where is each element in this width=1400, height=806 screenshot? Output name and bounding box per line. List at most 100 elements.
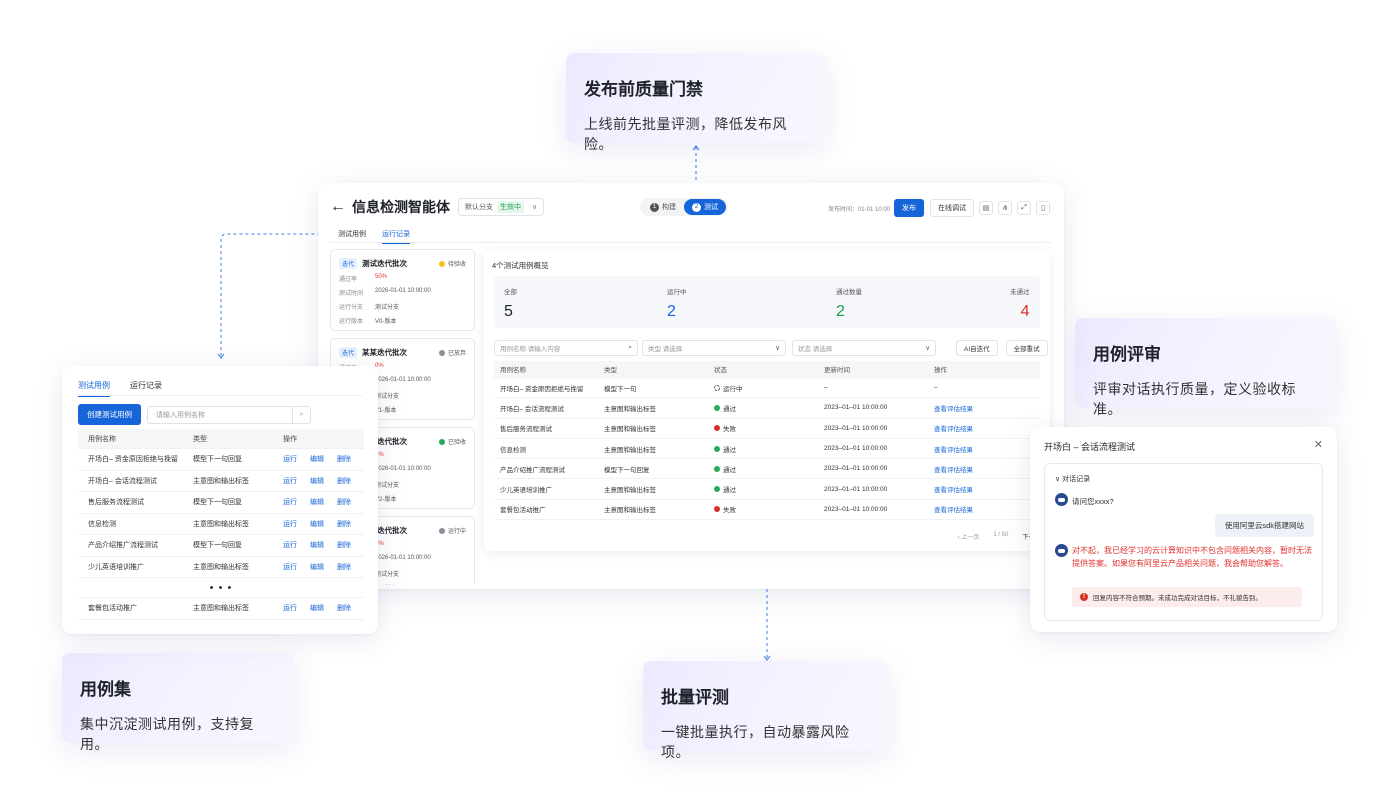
- delete-button[interactable]: 删除: [337, 540, 351, 550]
- case-type: 主意图和输出标签: [193, 520, 249, 528]
- view-result-link[interactable]: 查看评估结果: [934, 423, 1034, 433]
- run-status: 已放弃: [438, 348, 466, 357]
- run-button[interactable]: 运行: [283, 519, 297, 529]
- main-header: ← 信息检测智能体 默认分支 生效中 ∨: [330, 197, 545, 217]
- stat-all: 全部 5: [504, 289, 517, 320]
- run-status: 待验收: [438, 259, 466, 268]
- callout-title: 用例集: [80, 680, 131, 699]
- run-button[interactable]: 运行: [283, 476, 297, 486]
- conversation-section-toggle[interactable]: ∨ 对话记录: [1055, 474, 1090, 484]
- edit-button[interactable]: 编辑: [310, 476, 324, 486]
- file-icon[interactable]: ▯: [1036, 201, 1050, 215]
- run-button[interactable]: 运行: [283, 562, 297, 572]
- chevron-down-icon: ∨: [775, 345, 780, 352]
- status-dot-icon: [714, 425, 720, 432]
- search-icon[interactable]: ⌕: [292, 406, 310, 423]
- case-name: 开场白– 资金原因拒绝与挽留: [88, 456, 178, 464]
- case-name: 产品介绍推广流程测试: [500, 466, 565, 474]
- app-title: 信息检测智能体: [352, 199, 450, 215]
- case-name: 开场白– 会话流程测试: [500, 405, 564, 413]
- case-type: 主意图和输出标签: [193, 563, 249, 571]
- share-icon[interactable]: ⋔: [998, 201, 1012, 215]
- delete-button[interactable]: 删除: [337, 454, 351, 464]
- branch-select[interactable]: 默认分支 生效中 ∨: [458, 198, 545, 216]
- table-row: 信息检测 主意图和输出标签 运行 编辑 删除: [78, 514, 364, 535]
- callout-batch-eval: 批量评测 一键批量执行，自动暴露风险项。: [643, 661, 889, 760]
- case-type: 主意图和输出标签: [193, 605, 249, 613]
- run-record-card[interactable]: 迭代 测试迭代批次 待验收 通过率 50% 测试时间 2026-01-01 10:00:00…: [330, 249, 475, 331]
- case-type: 主意图和输出标签: [604, 446, 656, 454]
- case-name: 开场白– 资金原因拒绝与挽留: [500, 385, 584, 393]
- view-result-link[interactable]: 查看评估结果: [934, 464, 1034, 474]
- case-type: 主意图和输出标签: [604, 507, 656, 515]
- back-arrow-icon[interactable]: ←: [330, 198, 346, 216]
- stat-value: 2: [667, 303, 676, 320]
- run-button[interactable]: 运行: [283, 603, 297, 613]
- case-name-input[interactable]: 用例名称 请输入内容 ⌕: [494, 340, 638, 356]
- edit-button[interactable]: 编辑: [310, 519, 324, 529]
- callout-desc: 一键批量执行，自动暴露风险项。: [661, 724, 850, 760]
- view-result-link[interactable]: 查看评估结果: [934, 504, 1034, 514]
- ai-iterate-button[interactable]: AI自迭代: [956, 340, 998, 356]
- create-test-case-button[interactable]: 创建测试用例: [78, 404, 141, 425]
- case-name: 少儿英语培训推广: [88, 563, 144, 571]
- edit-button[interactable]: 编辑: [310, 540, 324, 550]
- case-name: 售后服务流程测试: [88, 499, 144, 507]
- filter-bar: 用例名称 请输入内容 ⌕ 类型 请选择 ∨ 状态 请选择 ∨ AI自迭代 全部重试: [494, 340, 1048, 356]
- document-icon[interactable]: ▤: [979, 201, 993, 215]
- status-dot-icon: [438, 349, 445, 356]
- delete-button[interactable]: 删除: [337, 476, 351, 486]
- update-time: 2023–01–01 10:00:00: [824, 424, 888, 432]
- conversation-panel: ∨ 对话记录 请问您xxxx? 使用阿里云sdk搭建网站 对不起，我已经学习的云…: [1044, 463, 1323, 621]
- table-row: 产品介绍推广流程测试 模型下一句回复 通过 2023–01–01 10:00:00 查看…: [494, 459, 1040, 480]
- online-debug-button[interactable]: 在线调试: [930, 199, 974, 217]
- run-record-title: 测试迭代批次: [362, 259, 408, 268]
- table-header: 用例名称 类型 操作: [78, 429, 364, 449]
- case-name: 套餐包活动推广: [500, 507, 546, 515]
- edit-button[interactable]: 编辑: [310, 454, 324, 464]
- status-select[interactable]: 状态 请选择 ∨: [792, 340, 936, 356]
- publish-button[interactable]: 发布: [894, 199, 924, 217]
- case-status: 运行中: [714, 383, 824, 393]
- update-time: 2023–01–01 10:00:00: [824, 505, 888, 513]
- edit-button[interactable]: 编辑: [310, 497, 324, 507]
- view-result-link[interactable]: 查看评估结果: [934, 403, 1034, 413]
- case-type: 主意图和输出标签: [193, 477, 249, 485]
- delete-button[interactable]: 删除: [337, 562, 351, 572]
- status-dot-icon: [438, 438, 445, 445]
- delete-button[interactable]: 删除: [337, 519, 351, 529]
- row-actions: 运行 编辑 删除: [283, 497, 364, 507]
- expand-icon[interactable]: ⤢: [1017, 201, 1031, 215]
- bot-avatar-icon: [1055, 493, 1068, 506]
- case-status: 通过: [714, 403, 824, 413]
- case-table: 用例名称 类型 操作 开场白– 资金原因拒绝与挽留 模型下一句回复 运行 编辑 删除 开场…: [78, 429, 364, 620]
- action-empty: –: [934, 384, 938, 392]
- view-result-link[interactable]: 查看评估结果: [934, 484, 1034, 494]
- status-dot-icon: [714, 445, 720, 452]
- run-button[interactable]: 运行: [283, 497, 297, 507]
- delete-button[interactable]: 删除: [337, 497, 351, 507]
- edit-button[interactable]: 编辑: [310, 562, 324, 572]
- step-build[interactable]: 1 构建: [642, 199, 684, 215]
- delete-button[interactable]: 删除: [337, 603, 351, 613]
- stat-failed: 未通过 4: [1010, 289, 1030, 320]
- case-search-input[interactable]: 请输入用例名称 ⌕: [147, 405, 311, 424]
- case-type: 模型下一句: [604, 385, 637, 393]
- run-type-tag: 迭代: [339, 347, 358, 358]
- prev-page-button[interactable]: ‹ 上一页: [958, 532, 980, 541]
- step-test[interactable]: 2 测试: [684, 199, 726, 215]
- edit-button[interactable]: 编辑: [310, 603, 324, 613]
- case-status: 失败: [714, 423, 824, 433]
- close-icon[interactable]: ✕: [1314, 438, 1323, 451]
- type-select[interactable]: 类型 请选择 ∨: [642, 340, 786, 356]
- run-button[interactable]: 运行: [283, 540, 297, 550]
- run-button[interactable]: 运行: [283, 454, 297, 464]
- status-dot-icon: [714, 465, 720, 472]
- case-toolbar: 创建测试用例 请输入用例名称 ⌕: [78, 404, 311, 425]
- callout-desc: 集中沉淀测试用例，支持复用。: [80, 716, 254, 752]
- retry-all-button[interactable]: 全部重试: [1005, 340, 1048, 356]
- status-dot-icon: [438, 527, 445, 534]
- table-header: 用例名称 类型 状态 更新时间 操作: [494, 361, 1040, 378]
- table-row: 开场白– 资金原因拒绝与挽留 模型下一句回复 运行 编辑 删除: [78, 449, 364, 471]
- view-result-link[interactable]: 查看评估结果: [934, 444, 1034, 454]
